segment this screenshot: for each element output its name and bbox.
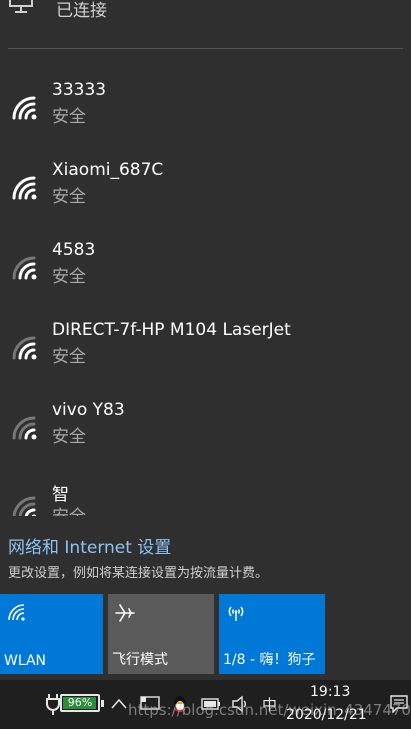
network-settings-link[interactable]: 网络和 Internet 设置 bbox=[8, 533, 171, 558]
network-item[interactable]: Xiaomi_687C 安全 bbox=[0, 160, 411, 222]
connection-status: 已连接 bbox=[56, 1, 107, 21]
tile-label: 飞行模式 bbox=[112, 652, 168, 668]
wifi-signal-icon bbox=[12, 336, 37, 360]
network-name: DIRECT-7f-HP M104 LaserJet bbox=[52, 320, 291, 340]
tile-label: 1/8 - 嗨！狗子 bbox=[223, 652, 316, 668]
battery-indicator[interactable]: 96% bbox=[60, 694, 104, 712]
divider bbox=[8, 48, 403, 49]
connected-network-row[interactable]: 已连接 bbox=[0, 0, 411, 22]
network-item[interactable]: 4583 安全 bbox=[0, 240, 411, 302]
wifi-icon bbox=[8, 604, 25, 621]
clock-time[interactable]: 19:13 bbox=[310, 684, 350, 700]
wifi-signal-icon bbox=[12, 496, 37, 516]
battery-percent: 96% bbox=[67, 696, 93, 709]
mobile-hotspot-tile[interactable]: 1/8 - 嗨！狗子 bbox=[219, 594, 325, 674]
chevron-up-icon[interactable] bbox=[111, 697, 127, 709]
hotspot-icon bbox=[228, 606, 244, 621]
monitor-icon bbox=[9, 0, 33, 13]
network-settings-description: 更改设置，例如将某连接设置为按流量计费。 bbox=[8, 566, 269, 581]
network-security: 安全 bbox=[52, 187, 86, 207]
network-flyout: 已连接 33333 安全 Xiaomi_687C 安全 4583 安全 DIRE… bbox=[0, 0, 411, 680]
watermark-text: https://blog.csdn.net/weixin_4347470 bbox=[128, 701, 411, 719]
network-security: 安全 bbox=[52, 427, 86, 447]
tile-label: WLAN bbox=[4, 653, 47, 669]
airplane-icon bbox=[115, 604, 135, 622]
network-security: 安全 bbox=[52, 502, 86, 516]
network-item[interactable]: 智 安全 bbox=[0, 480, 411, 516]
network-name: 4583 bbox=[52, 240, 96, 260]
network-security: 安全 bbox=[52, 347, 86, 367]
network-security: 安全 bbox=[52, 107, 86, 127]
network-item[interactable]: DIRECT-7f-HP M104 LaserJet 安全 bbox=[0, 320, 411, 382]
wifi-signal-icon bbox=[12, 96, 37, 120]
airplane-mode-tile[interactable]: 飞行模式 bbox=[108, 594, 214, 674]
power-plug-icon[interactable] bbox=[46, 693, 60, 715]
network-item[interactable]: 33333 安全 bbox=[0, 80, 411, 142]
wifi-signal-icon bbox=[12, 256, 37, 280]
network-item[interactable]: vivo Y83 安全 bbox=[0, 400, 411, 462]
battery-nub bbox=[101, 700, 104, 707]
network-name: 33333 bbox=[52, 80, 107, 100]
wlan-tile[interactable]: WLAN bbox=[0, 594, 103, 674]
network-name: vivo Y83 bbox=[52, 400, 125, 420]
wifi-signal-icon bbox=[12, 176, 37, 200]
wifi-signal-icon bbox=[12, 416, 37, 440]
network-name: Xiaomi_687C bbox=[52, 160, 164, 180]
network-security: 安全 bbox=[52, 267, 86, 287]
